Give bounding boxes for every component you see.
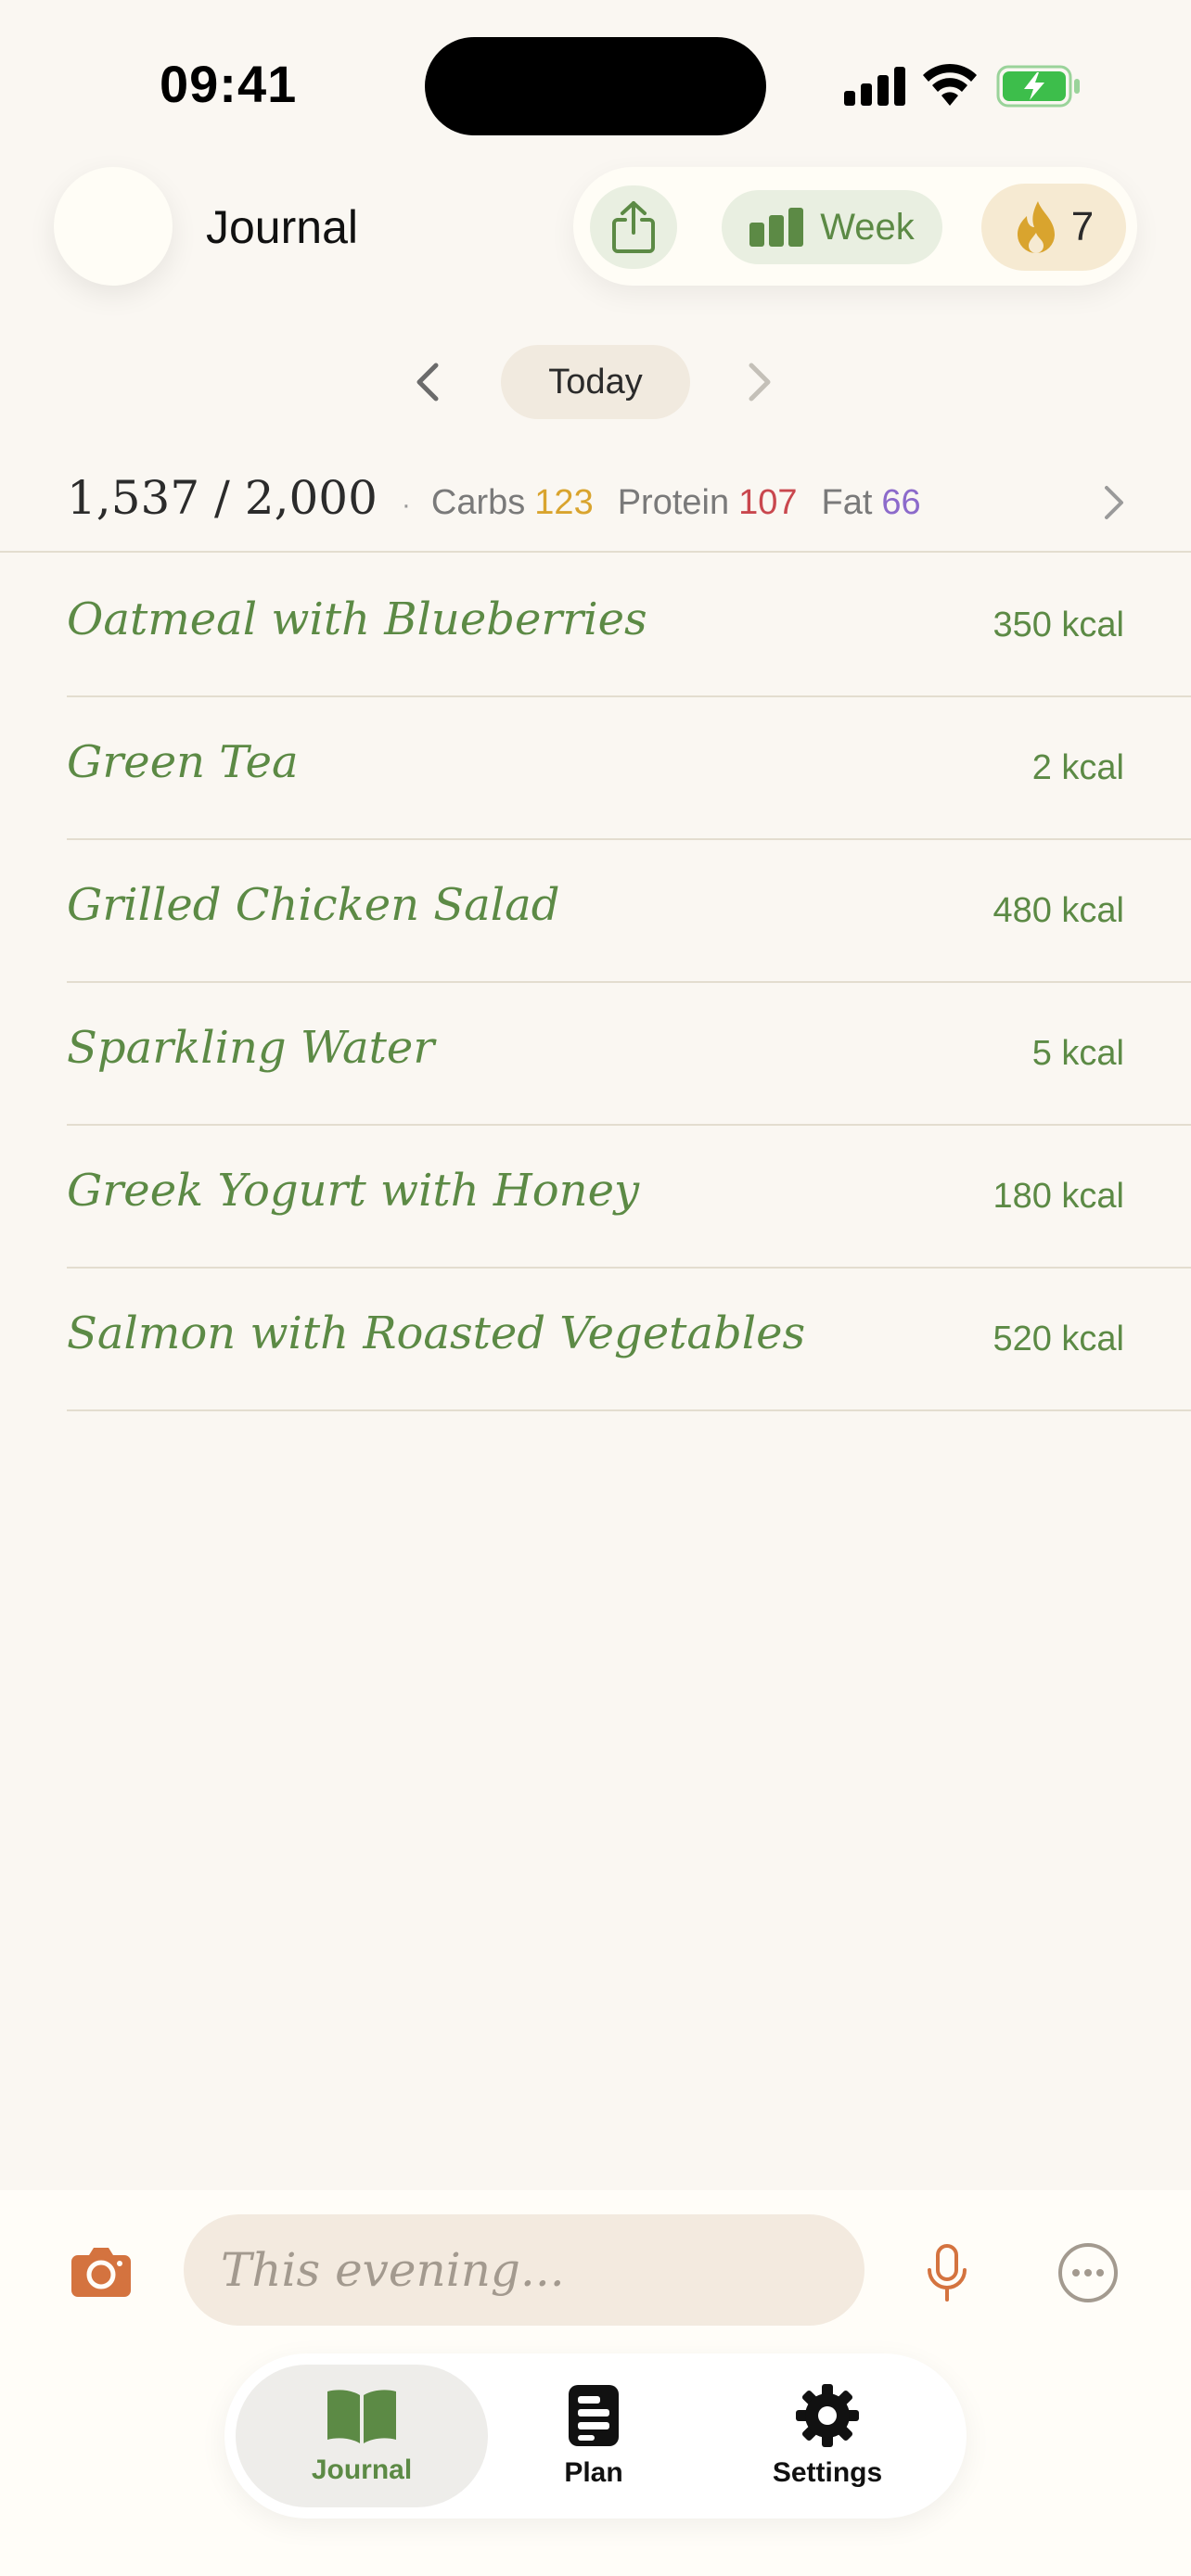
- tab-label: Plan: [564, 2457, 623, 2488]
- cellular-signal-icon: [844, 67, 905, 106]
- week-button[interactable]: Week: [722, 190, 942, 264]
- bar-chart-icon: [749, 208, 804, 247]
- summary-divider: [0, 551, 1191, 553]
- list-item[interactable]: Sparkling Water 5 kcal: [67, 983, 1191, 1126]
- streak-count: 7: [1070, 204, 1095, 249]
- dynamic-island: [425, 37, 766, 135]
- gear-icon: [796, 2384, 859, 2447]
- fat-value: 66: [881, 483, 921, 522]
- status-time: 09:41: [160, 55, 298, 113]
- share-icon: [612, 201, 655, 253]
- camera-icon[interactable]: [70, 2246, 132, 2298]
- today-button[interactable]: Today: [501, 345, 690, 419]
- tab-label: Settings: [772, 2457, 883, 2488]
- fat-label: Fat: [821, 483, 873, 522]
- chevron-left-icon[interactable]: [414, 362, 442, 402]
- list-item[interactable]: Grilled Chicken Salad 480 kcal: [67, 840, 1191, 983]
- food-name: Grilled Chicken Salad: [67, 879, 560, 931]
- food-kcal: 520 kcal: [992, 1320, 1124, 1358]
- food-kcal: 2 kcal: [1031, 748, 1124, 787]
- entry-input[interactable]: [184, 2214, 864, 2326]
- avatar[interactable]: [54, 167, 173, 286]
- protein-value: 107: [738, 483, 798, 522]
- summary-separator: ·: [401, 490, 411, 520]
- food-list: Oatmeal with Blueberries 350 kcal Green …: [67, 555, 1191, 1411]
- book-icon: [327, 2390, 396, 2443]
- list-item[interactable]: Green Tea 2 kcal: [67, 697, 1191, 840]
- document-icon: [569, 2385, 619, 2446]
- nutrition-summary[interactable]: 1,537 / 2,000 · Carbs 123 Protein 107 Fa…: [67, 471, 945, 525]
- tab-journal[interactable]: Journal: [236, 2365, 488, 2507]
- flame-icon: [1017, 201, 1055, 253]
- calorie-total: 1,537 / 2,000: [67, 471, 378, 525]
- food-name: Sparkling Water: [67, 1022, 435, 1074]
- tab-settings[interactable]: Settings: [701, 2365, 954, 2507]
- page-title: Journal: [206, 201, 358, 253]
- food-kcal: 180 kcal: [992, 1177, 1124, 1216]
- microphone-icon[interactable]: [924, 2244, 970, 2303]
- list-item[interactable]: Oatmeal with Blueberries 350 kcal: [67, 555, 1191, 697]
- food-name: Green Tea: [67, 736, 299, 788]
- food-name: Oatmeal with Blueberries: [67, 593, 647, 645]
- carbs-value: 123: [534, 483, 594, 522]
- battery-charging-icon: [996, 65, 1080, 108]
- wifi-icon: [923, 63, 977, 106]
- food-kcal: 480 kcal: [992, 891, 1124, 930]
- chevron-right-icon[interactable]: [746, 362, 774, 402]
- food-name: Greek Yogurt with Honey: [67, 1165, 640, 1217]
- streak-button[interactable]: 7: [981, 184, 1126, 271]
- list-item[interactable]: Greek Yogurt with Honey 180 kcal: [67, 1126, 1191, 1269]
- summary-chevron-right-icon[interactable]: [1102, 484, 1126, 521]
- food-name: Salmon with Roasted Vegetables: [67, 1307, 806, 1359]
- share-button[interactable]: [590, 185, 677, 269]
- week-label: Week: [820, 206, 915, 248]
- food-kcal: 5 kcal: [1031, 1034, 1124, 1073]
- tab-label: Journal: [311, 2455, 413, 2485]
- carbs-label: Carbs: [430, 483, 526, 522]
- food-kcal: 350 kcal: [992, 606, 1124, 644]
- list-item[interactable]: Salmon with Roasted Vegetables 520 kcal: [67, 1269, 1191, 1411]
- protein-label: Protein: [617, 483, 730, 522]
- more-icon[interactable]: [1057, 2242, 1119, 2303]
- tab-plan[interactable]: Plan: [467, 2365, 720, 2507]
